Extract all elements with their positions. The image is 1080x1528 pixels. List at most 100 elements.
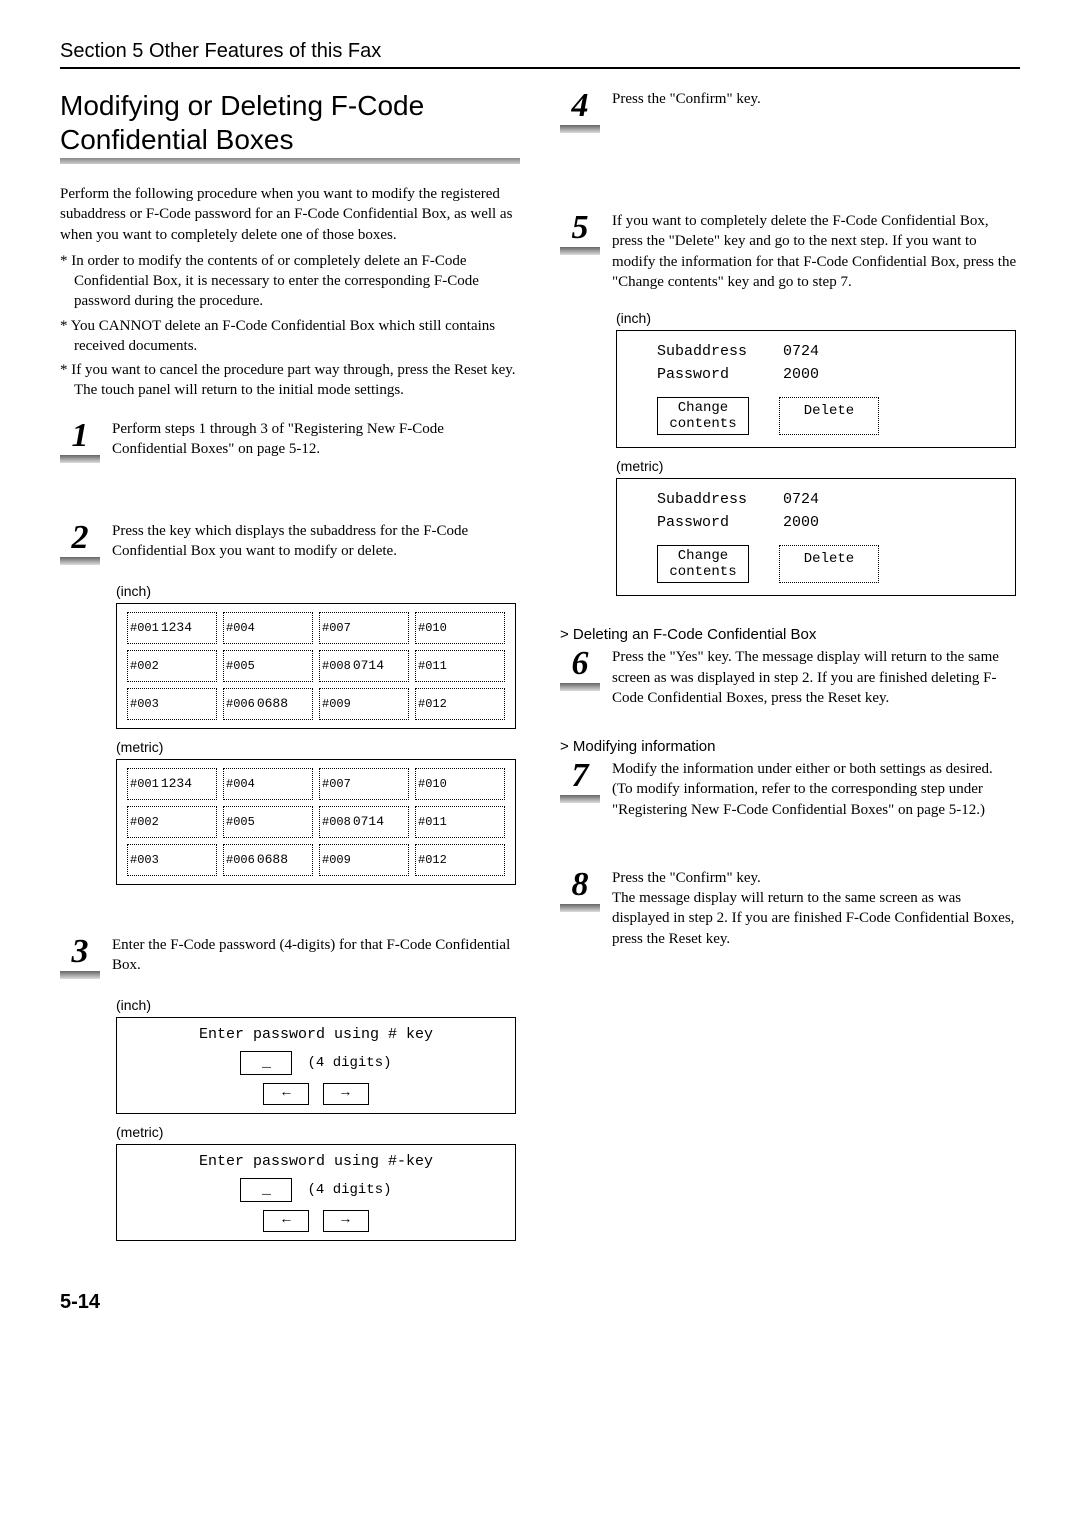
- password-field[interactable]: _: [240, 1051, 292, 1075]
- section-header: Section 5 Other Features of this Fax: [60, 40, 1020, 69]
- subaddress-cell[interactable]: #010: [415, 768, 505, 800]
- subaddress-grid-metric: #0011234 #004 #007 #010 #002 #005#0080714 #011…: [116, 759, 516, 885]
- cell-value: 1234: [161, 776, 192, 791]
- subaddress-cell[interactable]: #0060688: [223, 844, 313, 876]
- cell-value: 0714: [353, 814, 384, 829]
- step-8: 8 Press the "Confirm" key. The message d…: [560, 868, 1020, 949]
- step-6: 6 Press the "Yes" key. The message displ…: [560, 647, 1020, 708]
- subaddress-grid-inch: #0011234 #004 #007 #010 #002 #005 #0080714 #011…: [116, 603, 516, 729]
- step-2: 2 Press the key which displays the subad…: [60, 521, 520, 565]
- notes-list: In order to modify the contents of or co…: [60, 251, 520, 401]
- cell-index: #006: [226, 853, 255, 867]
- password-field[interactable]: _: [240, 1178, 292, 1202]
- subaddress-cell[interactable]: #003: [127, 688, 217, 720]
- page-title: Modifying or Deleting F-Code Confidentia…: [60, 89, 520, 156]
- subaddress-cell[interactable]: #012: [415, 844, 505, 876]
- subaddress-cell[interactable]: #011: [415, 806, 505, 838]
- arrow-right-button[interactable]: →: [323, 1210, 369, 1232]
- variant-metric-label: (metric): [116, 1124, 520, 1140]
- cell-index: #007: [322, 621, 351, 635]
- subaddress-value: 0724: [783, 491, 819, 508]
- cell-index: #004: [226, 777, 255, 791]
- password-panel-inch: Enter password using # key _ (4 digits) …: [116, 1017, 516, 1114]
- subaddress-cell[interactable]: #010: [415, 612, 505, 644]
- step-number-2: 2: [60, 521, 100, 565]
- step-1-text: Perform steps 1 through 3 of "Registerin…: [112, 419, 520, 460]
- cell-index: #002: [130, 659, 159, 673]
- variant-inch-label: (inch): [616, 310, 1020, 326]
- subaddress-cell[interactable]: #002: [127, 806, 217, 838]
- arrow-left-button[interactable]: ←: [263, 1210, 309, 1232]
- subaddress-cell[interactable]: #0060688: [223, 688, 313, 720]
- cell-index: #006: [226, 697, 255, 711]
- change-contents-button[interactable]: Change contents: [657, 545, 749, 583]
- cell-index: #003: [130, 697, 159, 711]
- cell-index: #011: [418, 659, 447, 673]
- left-column: Modifying or Deleting F-Code Confidentia…: [60, 89, 520, 1251]
- right-column: 4 Press the "Confirm" key. 5 If you want…: [560, 89, 1020, 1251]
- subaddress-cell[interactable]: #004: [223, 768, 313, 800]
- password-label: Password: [657, 514, 767, 531]
- step-5-text: If you want to completely delete the F-C…: [612, 211, 1020, 292]
- step-4: 4 Press the "Confirm" key.: [560, 89, 1020, 133]
- cell-index: #001: [130, 621, 159, 635]
- subaddress-cell[interactable]: #0080714: [319, 806, 409, 838]
- variant-inch-label: (inch): [116, 583, 520, 599]
- step-2-text: Press the key which displays the subaddr…: [112, 521, 520, 562]
- subaddress-cell[interactable]: #004: [223, 612, 313, 644]
- cell-index: #009: [322, 697, 351, 711]
- subaddress-cell[interactable]: #011: [415, 650, 505, 682]
- subaddress-cell[interactable]: #007: [319, 612, 409, 644]
- subaddress-cell[interactable]: #002: [127, 650, 217, 682]
- subaddress-cell[interactable]: #0011234: [127, 768, 217, 800]
- step-3-text: Enter the F-Code password (4-digits) for…: [112, 935, 520, 976]
- step-number-4: 4: [560, 89, 600, 133]
- subaddress-cell[interactable]: #007: [319, 768, 409, 800]
- step-4-text: Press the "Confirm" key.: [612, 89, 1020, 109]
- title-underline: [60, 158, 520, 164]
- cell-index: #003: [130, 853, 159, 867]
- password-label: Password: [657, 366, 767, 383]
- cell-index: #011: [418, 815, 447, 829]
- subaddress-cell[interactable]: #005: [223, 806, 313, 838]
- cell-index: #010: [418, 621, 447, 635]
- step-number-1: 1: [60, 419, 100, 463]
- subaddress-cell[interactable]: #012: [415, 688, 505, 720]
- cell-index: #005: [226, 659, 255, 673]
- password-panel-metric: Enter password using #-key _ (4 digits) …: [116, 1144, 516, 1241]
- delete-button[interactable]: Delete: [779, 545, 879, 583]
- subaddress-cell[interactable]: #005: [223, 650, 313, 682]
- step-number-8: 8: [560, 868, 600, 912]
- step-number-7: 7: [560, 759, 600, 803]
- password-digits-label: (4 digits): [308, 1182, 392, 1198]
- subaddress-cell[interactable]: #0080714: [319, 650, 409, 682]
- subaddress-label: Subaddress: [657, 343, 767, 360]
- step-8-text: Press the "Confirm" key. The message dis…: [612, 868, 1020, 949]
- delete-button[interactable]: Delete: [779, 397, 879, 435]
- cell-index: #008: [322, 659, 351, 673]
- step-7: 7 Modify the information under either or…: [560, 759, 1020, 820]
- password-prompt: Enter password using #-key: [127, 1153, 505, 1170]
- change-contents-button[interactable]: Change contents: [657, 397, 749, 435]
- arrow-left-button[interactable]: ←: [263, 1083, 309, 1105]
- subaddress-cell[interactable]: #003: [127, 844, 217, 876]
- subaddress-cell[interactable]: #009: [319, 688, 409, 720]
- cell-index: #004: [226, 621, 255, 635]
- cell-index: #001: [130, 777, 159, 791]
- subaddress-cell[interactable]: #009: [319, 844, 409, 876]
- variant-metric-label: (metric): [116, 739, 520, 755]
- cell-index: #010: [418, 777, 447, 791]
- cell-index: #009: [322, 853, 351, 867]
- step-number-3: 3: [60, 935, 100, 979]
- cell-value: 0688: [257, 852, 288, 867]
- intro-text: Perform the following procedure when you…: [60, 184, 520, 245]
- step-6-text: Press the "Yes" key. The message display…: [612, 647, 1020, 708]
- password-value: 2000: [783, 514, 819, 531]
- password-value: 2000: [783, 366, 819, 383]
- change-delete-panel-metric: Subaddress0724 Password2000 Change conte…: [616, 478, 1016, 596]
- step-5: 5 If you want to completely delete the F…: [560, 211, 1020, 292]
- cell-index: #002: [130, 815, 159, 829]
- subhead-modify: > Modifying information: [560, 738, 1020, 755]
- arrow-right-button[interactable]: →: [323, 1083, 369, 1105]
- subaddress-cell[interactable]: #0011234: [127, 612, 217, 644]
